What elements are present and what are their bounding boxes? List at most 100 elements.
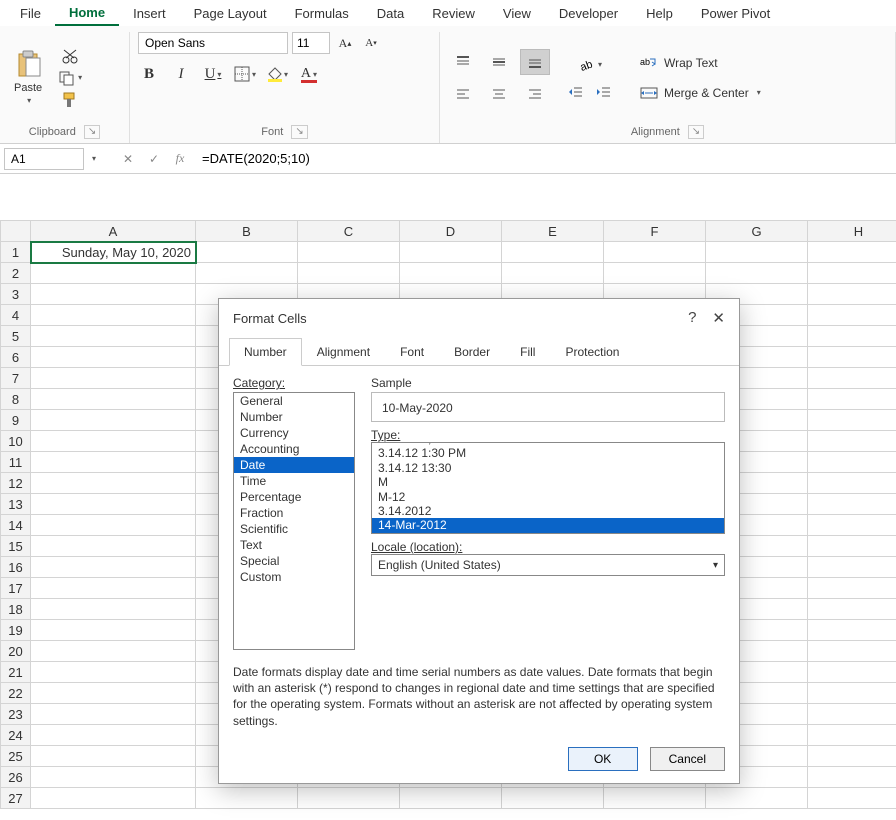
row-header[interactable]: 4 (1, 305, 31, 326)
locale-select[interactable]: English (United States) ▾ (371, 554, 725, 576)
align-right-button[interactable] (520, 81, 550, 107)
cell[interactable] (298, 788, 400, 809)
cell[interactable] (808, 263, 896, 284)
type-item[interactable]: 3.14.2012 (372, 504, 724, 518)
cell[interactable] (31, 473, 196, 494)
cell[interactable] (502, 242, 604, 263)
cell[interactable] (31, 263, 196, 284)
cell[interactable] (400, 242, 502, 263)
cell[interactable] (706, 263, 808, 284)
cell[interactable] (31, 683, 196, 704)
row-header[interactable]: 8 (1, 389, 31, 410)
cell[interactable] (604, 788, 706, 809)
cell[interactable] (808, 641, 896, 662)
cell[interactable] (808, 431, 896, 452)
cell[interactable] (31, 725, 196, 746)
row-header[interactable]: 14 (1, 515, 31, 536)
row-header[interactable]: 10 (1, 431, 31, 452)
cell[interactable] (196, 788, 298, 809)
italic-button[interactable]: I (170, 64, 192, 84)
cut-button[interactable] (57, 46, 83, 66)
column-header[interactable]: C (298, 221, 400, 242)
row-header[interactable]: 26 (1, 767, 31, 788)
dialog-tab[interactable]: Number (229, 338, 302, 366)
row-header[interactable]: 27 (1, 788, 31, 809)
cell[interactable] (298, 263, 400, 284)
alignment-launcher[interactable]: ↘ (688, 125, 704, 139)
cell[interactable] (31, 347, 196, 368)
cell[interactable] (808, 536, 896, 557)
cell[interactable] (808, 242, 896, 263)
menu-formulas[interactable]: Formulas (281, 2, 363, 25)
row-header[interactable]: 24 (1, 725, 31, 746)
row-header[interactable]: 7 (1, 368, 31, 389)
cell[interactable] (31, 788, 196, 809)
cell[interactable] (808, 578, 896, 599)
cell[interactable] (808, 305, 896, 326)
column-header[interactable]: A (31, 221, 196, 242)
paste-button[interactable]: Paste ▾ (8, 48, 48, 107)
cell[interactable] (31, 431, 196, 452)
row-header[interactable]: 22 (1, 683, 31, 704)
type-item[interactable]: 3.14.12 13:30 (372, 461, 724, 475)
borders-button[interactable]: ▾ (234, 64, 256, 84)
cell[interactable] (808, 683, 896, 704)
category-item[interactable]: Custom (234, 569, 354, 585)
cell[interactable] (31, 368, 196, 389)
row-header[interactable]: 23 (1, 704, 31, 725)
cell[interactable] (502, 788, 604, 809)
cell[interactable] (808, 662, 896, 683)
format-painter-button[interactable] (57, 90, 83, 110)
row-header[interactable]: 9 (1, 410, 31, 431)
cell[interactable] (808, 620, 896, 641)
cell[interactable] (31, 662, 196, 683)
cell[interactable] (808, 347, 896, 368)
cell[interactable] (31, 305, 196, 326)
fill-color-button[interactable]: ▾ (266, 64, 288, 84)
cell[interactable] (31, 284, 196, 305)
column-header[interactable]: F (604, 221, 706, 242)
font-size-input[interactable] (292, 32, 330, 54)
type-item[interactable]: 3.14.12 1:30 PM (372, 446, 724, 460)
dialog-close-button[interactable]: ✕ (712, 309, 725, 327)
column-header[interactable]: G (706, 221, 808, 242)
cell[interactable]: Sunday, May 10, 2020 (31, 242, 196, 263)
type-item[interactable]: 14-Mar-2012 (372, 518, 724, 532)
cell[interactable] (808, 746, 896, 767)
menu-data[interactable]: Data (363, 2, 418, 25)
cell[interactable] (808, 599, 896, 620)
align-top-button[interactable] (448, 49, 478, 75)
font-launcher[interactable]: ↘ (291, 125, 307, 139)
menu-view[interactable]: View (489, 2, 545, 25)
type-list[interactable]: March 14, 20123.14.12 1:30 PM3.14.12 13:… (371, 442, 725, 534)
cell[interactable] (31, 578, 196, 599)
decrease-font-button[interactable]: A▾ (360, 33, 382, 53)
cell[interactable] (31, 389, 196, 410)
category-item[interactable]: Fraction (234, 505, 354, 521)
cell[interactable] (706, 242, 808, 263)
cell[interactable] (31, 536, 196, 557)
wrap-text-button[interactable]: ab Wrap Text (636, 53, 765, 73)
cell[interactable] (31, 515, 196, 536)
row-header[interactable]: 13 (1, 494, 31, 515)
column-header[interactable]: H (808, 221, 896, 242)
menu-page-layout[interactable]: Page Layout (180, 2, 281, 25)
dialog-tab[interactable]: Protection (550, 338, 634, 366)
cell[interactable] (31, 746, 196, 767)
row-header[interactable]: 5 (1, 326, 31, 347)
font-name-input[interactable] (138, 32, 288, 54)
cell[interactable] (808, 494, 896, 515)
cell[interactable] (808, 473, 896, 494)
menu-developer[interactable]: Developer (545, 2, 632, 25)
row-header[interactable]: 15 (1, 536, 31, 557)
category-item[interactable]: Scientific (234, 521, 354, 537)
type-item[interactable]: M-12 (372, 490, 724, 504)
category-list[interactable]: GeneralNumberCurrencyAccountingDateTimeP… (233, 392, 355, 650)
row-header[interactable]: 21 (1, 662, 31, 683)
menu-review[interactable]: Review (418, 2, 489, 25)
dialog-tab[interactable]: Border (439, 338, 505, 366)
category-item[interactable]: Time (234, 473, 354, 489)
enter-formula-button[interactable]: ✓ (144, 149, 164, 169)
column-header[interactable]: D (400, 221, 502, 242)
merge-center-button[interactable]: Merge & Center ▾ (636, 83, 765, 103)
